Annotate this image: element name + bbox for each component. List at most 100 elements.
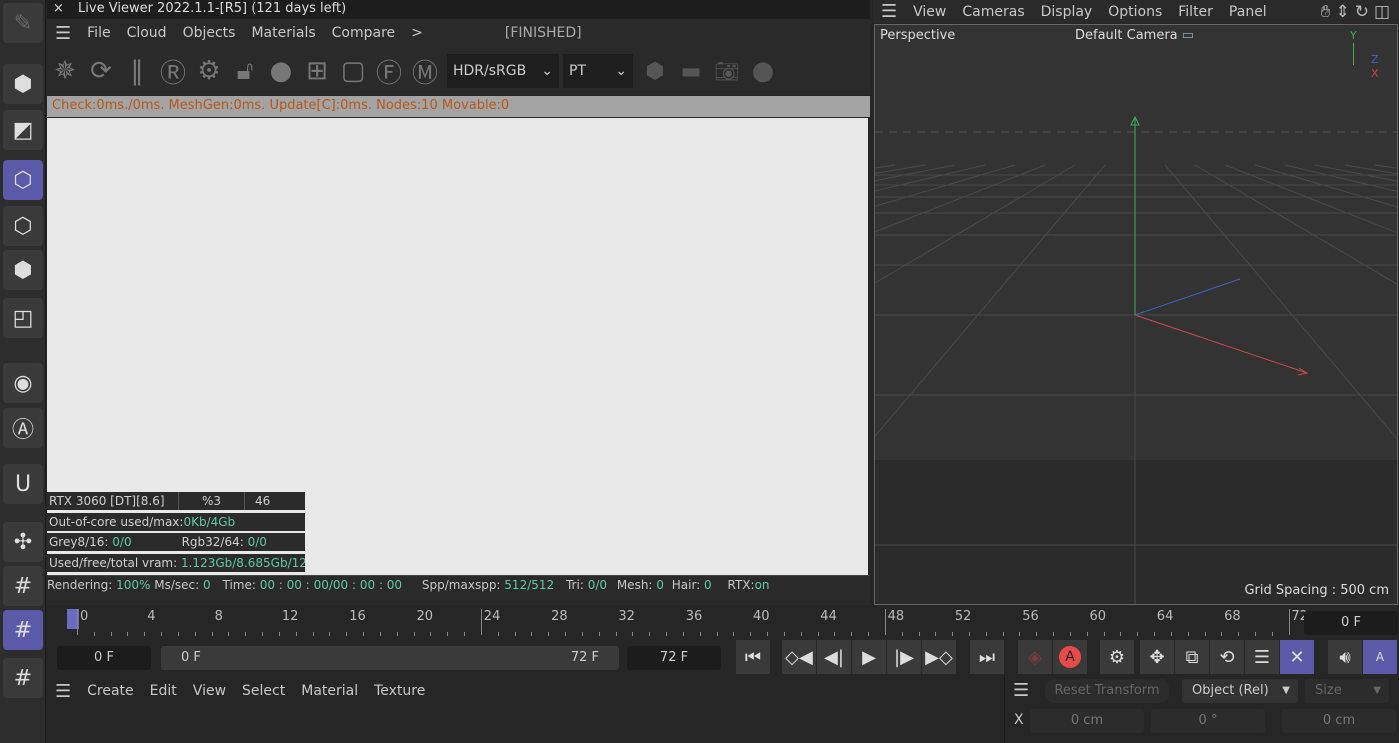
key-scale-icon[interactable]: ⧉ — [1175, 640, 1209, 674]
grid-lock-icon[interactable]: # — [3, 610, 43, 650]
cube-icon[interactable]: ⬢ — [3, 64, 43, 104]
timeline-ruler[interactable]: 0 4 8 12 16 20 24 28 32 36 40 44 48 52 56 60 64 68 72 — [47, 605, 1308, 639]
poly-mode-icon[interactable]: ⬢ — [3, 250, 43, 290]
go-to-start-icon[interactable]: ⏮︎ — [736, 640, 770, 674]
go-to-end-icon[interactable]: ⏭︎ — [970, 640, 1004, 674]
kernel-select[interactable]: PT ⌄ — [563, 54, 633, 88]
hamburger-icon[interactable]: ☰ — [47, 23, 79, 44]
settings-gear-icon[interactable]: ⚙ — [192, 54, 226, 88]
orbit-icon[interactable]: ↻ — [1355, 2, 1374, 22]
menu-cloud[interactable]: Cloud — [119, 25, 175, 41]
timeline-tick — [93, 632, 95, 636]
hamburger-icon[interactable]: ☰ — [873, 1, 905, 22]
label: Used/free/total vram: — [49, 556, 181, 570]
start-frame-field[interactable]: 0 F — [57, 646, 151, 670]
material-pick-icon[interactable]: Ⓜ — [408, 54, 442, 89]
label: Grey8/16: — [49, 535, 113, 549]
menu-create[interactable]: Create — [79, 683, 142, 699]
label: Out-of-core used/max: — [49, 515, 184, 529]
rotation-x-field[interactable]: 0 ° — [1151, 709, 1265, 733]
timeline-tick — [581, 632, 583, 636]
region-render-icon[interactable]: Ⓡ — [156, 54, 190, 89]
cube-split-icon[interactable]: ◩ — [3, 110, 43, 150]
menu-compare[interactable]: Compare — [324, 25, 404, 41]
hamburger-icon[interactable]: ☰ — [1013, 680, 1029, 701]
key-param-icon[interactable]: ☰ — [1245, 640, 1279, 674]
menu-display[interactable]: Display — [1033, 4, 1101, 20]
grid-icon[interactable]: # — [3, 566, 43, 606]
menu-materials[interactable]: Materials — [243, 25, 323, 41]
move-icon[interactable]: ⇕ — [1335, 2, 1354, 22]
grid-a-icon[interactable]: # — [3, 658, 43, 698]
projection-label[interactable]: Perspective — [880, 28, 955, 43]
eye-icon[interactable]: ◉ — [3, 363, 43, 403]
menu-panel[interactable]: Panel — [1221, 4, 1275, 20]
next-frame-icon[interactable]: |▶ — [887, 640, 921, 674]
menu-objects[interactable]: Objects — [175, 25, 244, 41]
hamburger-icon[interactable]: ☰ — [47, 681, 79, 702]
timeline-tick — [548, 632, 550, 636]
camera-icon[interactable]: 📷︎ — [710, 54, 744, 88]
key-settings-icon[interactable]: ⚙ — [1100, 640, 1134, 674]
menu-file[interactable]: File — [79, 25, 118, 41]
coord-mode-select[interactable]: Object (Rel) ▼ — [1182, 679, 1298, 703]
next-key-icon[interactable]: ▶◇ — [922, 640, 956, 674]
circle-icon[interactable]: ● — [746, 54, 780, 88]
maximize-icon[interactable]: ◫ — [1374, 2, 1395, 22]
reset-transform-button[interactable]: Reset Transform — [1045, 679, 1169, 703]
play-icon[interactable]: ▶ — [852, 640, 886, 674]
menu-cameras[interactable]: Cameras — [954, 4, 1032, 20]
camera-label[interactable]: Default Camera ▭ — [1075, 28, 1194, 43]
lock-icon[interactable]: 🔓︎ — [228, 54, 262, 88]
size-select[interactable]: Size ▼ — [1305, 679, 1389, 703]
pencil-icon[interactable]: ✎ — [3, 3, 43, 43]
region-icon[interactable]: ▢ — [336, 54, 370, 88]
frame-range-slider[interactable]: 0 F 72 F — [161, 646, 619, 670]
gpu-temp: 46 — [255, 494, 271, 508]
key-pla-icon[interactable]: ✕ — [1280, 640, 1314, 674]
menu-filter[interactable]: Filter — [1170, 4, 1221, 20]
animation-mode-icon[interactable]: A — [1363, 640, 1397, 674]
3d-viewport[interactable]: Perspective Default Camera ▭ Y Z X Grid … — [874, 24, 1398, 605]
menu-view[interactable]: View — [905, 4, 954, 20]
sound-icon[interactable]: 🔊︎ — [1328, 640, 1362, 674]
octane-icon[interactable]: ✵ — [48, 54, 82, 88]
hexagon-icon[interactable]: ⬢ — [638, 54, 672, 88]
key-rotation-icon[interactable]: ⟲ — [1210, 640, 1244, 674]
add-region-icon[interactable]: ⊞ — [300, 54, 334, 88]
scale-x-field[interactable]: 0 cm — [1282, 709, 1396, 733]
record-keyframe-icon[interactable]: ◈ — [1018, 640, 1052, 674]
menu-view[interactable]: View — [185, 683, 234, 699]
a-icon[interactable]: Ⓐ — [3, 408, 43, 448]
current-frame-field[interactable]: 0 F — [1304, 611, 1398, 635]
material-sphere-icon[interactable]: ● — [264, 54, 298, 88]
timeline-tick — [767, 632, 769, 636]
pause-icon[interactable]: ‖ — [120, 54, 154, 88]
model-mode-icon[interactable]: ◰ — [3, 298, 43, 338]
edge-mode-icon[interactable]: ⬡ — [3, 206, 43, 246]
close-icon[interactable]: × — [53, 1, 64, 16]
autokey-icon[interactable]: A — [1053, 640, 1087, 674]
point-mode-icon[interactable]: ⬡ — [3, 160, 43, 200]
menu-select[interactable]: Select — [234, 683, 293, 699]
position-x-field[interactable]: 0 cm — [1030, 709, 1144, 733]
menu-more[interactable]: > — [403, 25, 431, 41]
timeline-tick — [783, 632, 785, 636]
key-position-icon[interactable]: ✥ — [1140, 640, 1174, 674]
magnet-icon[interactable]: U — [3, 464, 43, 504]
restart-icon[interactable]: ⟳ — [84, 54, 118, 88]
rect-icon[interactable]: ▬ — [674, 54, 708, 88]
focus-pick-icon[interactable]: Ⓕ — [372, 54, 406, 89]
menu-texture[interactable]: Texture — [366, 683, 433, 699]
menu-options[interactable]: Options — [1100, 4, 1170, 20]
prev-frame-icon[interactable]: ◀| — [817, 640, 851, 674]
timeline-tick — [1154, 632, 1156, 636]
end-frame-field[interactable]: 72 F — [627, 646, 721, 670]
menu-edit[interactable]: Edit — [142, 683, 185, 699]
prev-key-icon[interactable]: ◇◀ — [782, 640, 816, 674]
snap-icon[interactable]: ✣ — [3, 522, 43, 562]
color-space-select[interactable]: HDR/sRGB ⌄ — [447, 54, 559, 88]
hand-pan-icon[interactable]: ✋︎ — [1321, 2, 1336, 22]
menu-material[interactable]: Material — [293, 683, 366, 699]
timeline-tick — [211, 632, 213, 636]
